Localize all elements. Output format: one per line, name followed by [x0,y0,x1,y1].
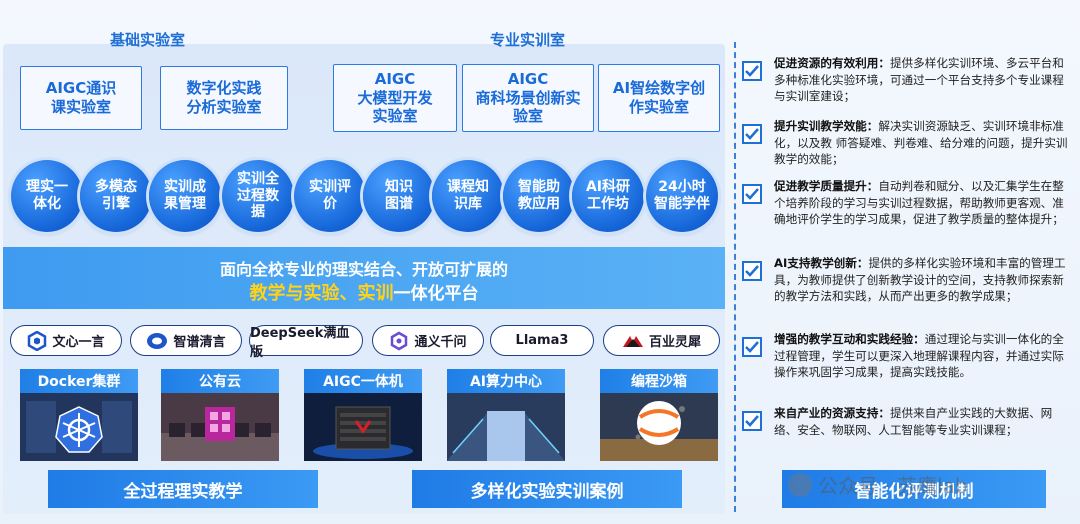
datacenter-icon [447,393,565,461]
feature-circle-3: 实训成 果管理 [149,160,221,232]
feature-circle-8: 智能助 教应用 [503,160,575,232]
panel-divider [734,42,736,512]
platform-highlight: 教学与实验、实训 [249,283,394,304]
benefit-item-2: 提升实训教学效能：解决实训资源缺乏、实训环境非标准化，以及教 师答疑难、判卷难、… [742,118,1068,168]
feature-circle-6: 知识 图谱 [363,160,435,232]
tongyi-logo-icon [389,331,409,351]
basic-lab-title: 基础实验室 [110,31,186,49]
model-pill-wenxin: 文心一言 [10,325,122,356]
infra-docker-label: Docker集群 [20,369,138,393]
infra-public-cloud-label: 公有云 [161,369,279,393]
wenxin-logo-icon [27,330,47,351]
benefit-item-5: 增强的教学互动和实践经验：通过理论与实训一体化的全过程管理，学生可以更深入地理解… [742,331,1068,381]
lab-ai-digital-creation: AI智绘数字创 作实验室 [598,64,720,132]
banner-full-process: 全过程理实教学 [48,470,318,508]
model-pill-zhipu: 智谱清言 [130,325,242,356]
integrated-platform-bar: 面向全校专业的理实结合、开放可扩展的 教学与实验、实训一体化平台 [3,247,725,309]
checkbox-icon [742,337,762,357]
pro-lab-title: 专业实训室 [490,31,566,49]
infra-sandbox: 编程沙箱 [600,369,718,461]
canvas: 基础实验室 专业实训室 AIGC通识 课实验室 数字化实践 分析实验室 AIGC… [0,0,1080,524]
infra-aigc-appliance-label: AIGC一体机 [304,369,422,393]
server-appliance-icon [304,393,422,461]
benefit-title: 提升实训教学效能： [774,119,879,133]
platform-line-2: 教学与实验、实训一体化平台 [3,279,725,305]
benefit-title: 增强的教学互动和实践经验： [774,332,925,346]
checkbox-icon [742,184,762,204]
checkbox-icon [742,61,762,81]
checkbox-icon [742,261,762,281]
watermark-text: 公众号 · 苏鹰lab [818,474,968,498]
infra-sandbox-label: 编程沙箱 [600,369,718,393]
benefit-title: 促进教学质量提升： [774,179,879,193]
lab-aigc-llm-dev: AIGC 大模型开发 实验室 [333,64,457,132]
infra-ai-computing-label: AI算力中心 [447,369,565,393]
infra-docker: Docker集群 [20,369,138,461]
feature-circle-5: 实训评 价 [294,160,366,232]
feature-circle-4: 实训全 过程数 据 [222,160,294,232]
model-pill-deepseek: DeepSeek满血版 [249,325,363,360]
banner-diverse-cases: 多样化实验实训案例 [412,470,682,508]
benefit-title: 来自产业的资源支持： [774,406,890,420]
infra-aigc-appliance: AIGC一体机 [304,369,422,461]
lab-aigc-business: AIGC 商科场景创新实 验室 [462,64,594,132]
jupyter-icon [600,393,718,461]
wechat-icon [788,472,812,497]
benefit-title: 促进资源的有效利用： [774,56,890,70]
benefit-item-4: AI支持教学创新：提供的多样化实验环境和丰富的管理工具，为教师提供了创新教学设计… [742,255,1068,305]
checkbox-icon [742,124,762,144]
model-pill-llama3: Llama3 [490,325,594,356]
kubernetes-icon [20,393,138,461]
baiye-logo-icon [622,333,644,349]
feature-circle-2: 多模态 引擎 [80,160,152,232]
feature-circle-1: 理实一 体化 [11,160,83,232]
feature-circle-9: AI科研 工作坊 [572,160,644,232]
platform-line-1: 面向全校专业的理实结合、开放可扩展的 [219,260,508,279]
lab-digital-practice: 数字化实践 分析实验室 [160,66,288,130]
infra-ai-computing: AI算力中心 [447,369,565,461]
infra-public-cloud: 公有云 [161,369,279,461]
platform-line-2-rest: 一体化平台 [393,284,479,304]
benefit-item-6: 来自产业的资源支持：提供来自产业实践的大数据、网络、安全、物联网、人工智能等专业… [742,405,1068,438]
feature-circle-7: 课程知 识库 [432,160,504,232]
model-pill-tongyi: 通义千问 [372,325,484,356]
model-pill-baiye: 百业灵犀 [603,325,720,356]
cloud-server-icon [161,393,279,461]
benefit-item-1: 促进资源的有效利用：提供多样化实训环境、多云平台和多种标准化实验环境，可通过一个… [742,55,1068,105]
benefit-item-3: 促进教学质量提升：自动判卷和赋分、以及汇集学生在整个培养阶段的学习与实训过程数据… [742,178,1068,228]
lab-aigc-general: AIGC通识 课实验室 [20,66,142,130]
zhipu-logo-icon [146,331,168,351]
benefit-title: AI支持教学创新： [774,256,869,270]
watermark: 公众号 · 苏鹰lab [788,470,968,499]
feature-circle-10: 24小时 智能学伴 [646,160,718,232]
checkbox-icon [742,411,762,431]
